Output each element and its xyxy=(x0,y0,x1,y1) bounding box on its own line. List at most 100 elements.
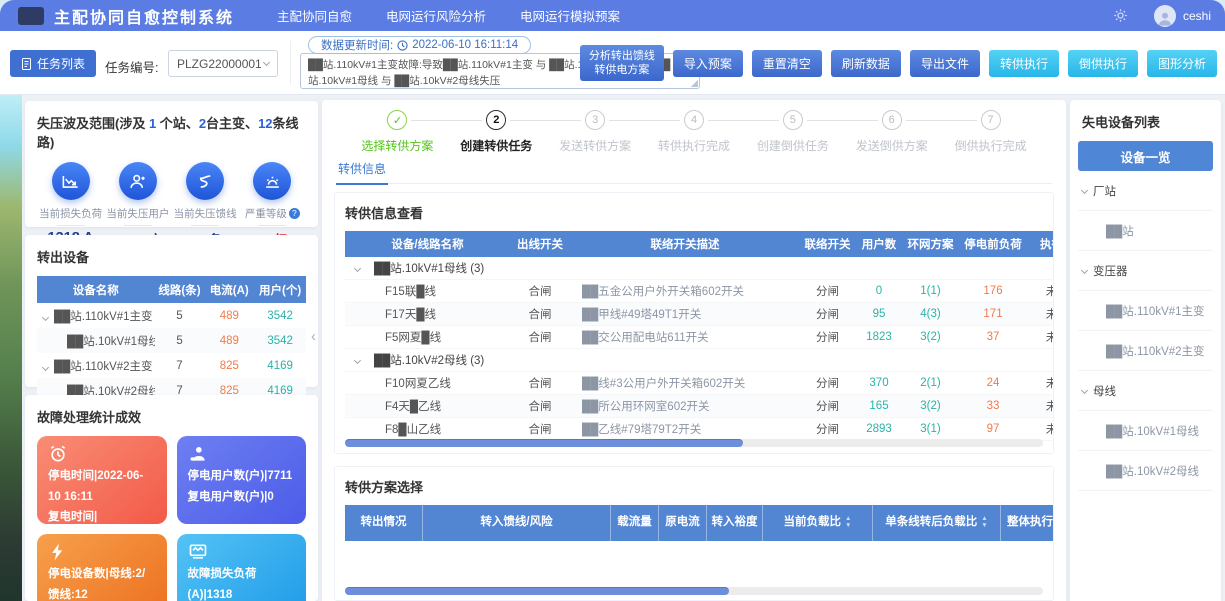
table-row[interactable]: F5网夏█线 合闸 ██交公用配电站611开关 分闸 1823 3(2) 37 … xyxy=(345,326,1054,349)
sort-icon[interactable]: ▲▼ xyxy=(981,516,987,530)
plan-select-title: 转供方案选择 xyxy=(345,477,1043,496)
outage-devices-card: 停电设备数|母线:2/馈线:12 复电设备数|母线:0/馈线:0 xyxy=(37,534,167,601)
export-file-button[interactable]: 导出文件 xyxy=(910,50,980,77)
scrollbar-thumb[interactable] xyxy=(345,587,729,595)
analyze-transfer-plan-button[interactable]: 分析转出馈线转供电方案 xyxy=(580,45,664,81)
check-icon: ✓ xyxy=(387,110,407,130)
scrollbar-thumb[interactable] xyxy=(345,439,743,447)
content: 失压波及范围(涉及 1 个站、2台主变、12条线路) 当前损失负荷 1318 A xyxy=(0,95,1225,601)
app-window: 主配协同自愈控制系统 主配协同自愈 电网运行风险分析 电网运行模拟预案 cesh… xyxy=(0,0,1225,601)
tree-item-transformer-1[interactable]: ██站.110kV#1主变 xyxy=(1078,291,1213,331)
transfer-execute-button[interactable]: 转供执行 xyxy=(989,50,1059,77)
table-row[interactable]: F17天█线 合闸 ██甲线#49塔49T1开关 分闸 95 4(3) 171 … xyxy=(345,303,1054,326)
step-transfer-complete[interactable]: 4 转供执行完成 xyxy=(645,110,744,154)
transfer-out-title: 转出设备 xyxy=(37,247,306,266)
load-chart-icon xyxy=(188,542,296,562)
toolbar-buttons: 分析转出馈线转供电方案 导入预案 重置清空 刷新数据 导出文件 转供执行 倒供执… xyxy=(580,31,1217,95)
restore-time-line: 复电时间| xyxy=(48,507,156,524)
app-logo xyxy=(18,7,44,25)
fault-stats-card: 故障处理统计成效 停电时间|2022-06-10 16:11 复电时间| 停电用 xyxy=(25,395,318,601)
group-row[interactable]: ██站.10kV#2母线 (3) xyxy=(345,349,1054,372)
backfeed-execute-button[interactable]: 倒供执行 xyxy=(1068,50,1138,77)
impact-scope-card: 失压波及范围(涉及 1 个站、2台主变、12条线路) 当前损失负荷 1318 A xyxy=(25,101,318,227)
plan-select-section: 转供方案选择 转出情况 转入馈线/风险 载流量 原电流 转入裕度 当前负载比 ▲… xyxy=(334,466,1054,601)
toolbar-divider xyxy=(290,41,291,85)
transfer-info-table: 设备/线路名称 出线开关 联络开关描述 联络开关 用户数 环网方案 停电前负荷 … xyxy=(345,231,1054,441)
tree-group-station[interactable]: 厂站 xyxy=(1078,171,1213,211)
task-number-label: 任务编号: xyxy=(105,57,158,76)
gear-icon[interactable] xyxy=(1113,8,1128,23)
top-navbar: 主配协同自愈控制系统 主配协同自愈 电网运行风险分析 电网运行模拟预案 cesh… xyxy=(0,0,1225,31)
horizontal-scrollbar[interactable] xyxy=(345,587,1043,595)
table-row[interactable]: F4天█乙线 合闸 ██所公用环网室602开关 分闸 165 3(2) 33 未… xyxy=(345,395,1054,418)
horizontal-scrollbar[interactable] xyxy=(345,439,1043,447)
reset-clear-button[interactable]: 重置清空 xyxy=(752,50,822,77)
table-row[interactable]: ██站.110kV#1主变 5 489 3542 xyxy=(37,303,306,328)
expand-caret-icon[interactable] xyxy=(42,313,49,320)
user-chip[interactable]: ceshi xyxy=(1154,5,1211,27)
sort-icon[interactable]: ▲▼ xyxy=(845,516,851,530)
refresh-data-button[interactable]: 刷新数据 xyxy=(831,50,901,77)
expand-caret-icon[interactable] xyxy=(1081,267,1088,274)
user-name: ceshi xyxy=(1183,9,1211,23)
tree-item-busbar-2[interactable]: ██站.10kV#2母线 xyxy=(1078,451,1213,491)
tree-group-transformer[interactable]: 变压器 xyxy=(1078,251,1213,291)
fault-stats-title: 故障处理统计成效 xyxy=(37,407,306,426)
main-menu: 主配协同自愈 电网运行风险分析 电网运行模拟预案 xyxy=(260,0,637,31)
tree-group-busbar[interactable]: 母线 xyxy=(1078,371,1213,411)
task-list-button[interactable]: 任务列表 xyxy=(10,50,96,77)
step-create-transfer-task[interactable]: 2 创建转供任务 xyxy=(447,110,546,154)
transfer-out-table-header: 设备名称 线路(条) 电流(A) 用户(个) xyxy=(37,276,306,303)
graph-analysis-button[interactable]: 图形分析 xyxy=(1147,50,1217,77)
expand-caret-icon[interactable] xyxy=(1081,387,1088,394)
table-row[interactable]: ██站.10kV#1母线 5 489 3542 xyxy=(37,328,306,353)
outage-devices-line: 停电设备数|母线:2/馈线:12 xyxy=(48,564,156,601)
step-send-backfeed-plan[interactable]: 6 发送倒供方案 xyxy=(842,110,941,154)
expand-caret-icon[interactable] xyxy=(1081,187,1088,194)
help-icon[interactable]: ? xyxy=(289,208,300,219)
task-number-select[interactable]: PLZG22000001 xyxy=(168,50,278,77)
import-plan-button[interactable]: 导入预案 xyxy=(673,50,743,77)
document-icon xyxy=(21,58,32,70)
user-icon xyxy=(119,162,157,200)
menu-item-self-healing[interactable]: 主配协同自愈 xyxy=(260,0,369,31)
avatar xyxy=(1154,5,1176,27)
table-row[interactable]: F15联█线 合闸 ██五金公用户外开关箱602开关 分闸 0 1(1) 176… xyxy=(345,280,1054,303)
restore-users-line: 复电用户数(户)|0 xyxy=(188,487,296,508)
outage-time-card: 停电时间|2022-06-10 16:11 复电时间| xyxy=(37,436,167,524)
device-overview-header[interactable]: 设备一览 xyxy=(1078,141,1213,171)
expand-caret-icon[interactable] xyxy=(354,264,361,271)
outage-time-line: 停电时间|2022-06-10 16:11 xyxy=(48,466,156,507)
toolbar: 任务列表 任务编号: PLZG22000001 数据更新时间: 2022-06-… xyxy=(0,31,1225,95)
menu-item-risk-analysis[interactable]: 电网运行风险分析 xyxy=(369,0,503,31)
plan-select-table-header: 转出情况 转入馈线/风险 载流量 原电流 转入裕度 当前负载比 ▲▼ 单条线转后… xyxy=(345,505,1054,541)
step-select-plan[interactable]: ✓ 选择转供方案 xyxy=(348,110,447,154)
menu-item-simulation-plan[interactable]: 电网运行模拟预案 xyxy=(503,0,637,31)
tree-item-transformer-2[interactable]: ██站.110kV#2主变 xyxy=(1078,331,1213,371)
expand-caret-icon[interactable] xyxy=(354,356,361,363)
group-row[interactable]: ██站.10kV#1母线 (3) xyxy=(345,257,1054,280)
step-backfeed-complete[interactable]: 7 倒供执行完成 xyxy=(941,110,1040,154)
tree-item-station[interactable]: ██站 xyxy=(1078,211,1213,251)
step-create-backfeed-task[interactable]: 5 创建倒供任务 xyxy=(743,110,842,154)
transfer-info-table-header: 设备/线路名称 出线开关 联络开关描述 联络开关 用户数 环网方案 停电前负荷 … xyxy=(345,231,1054,257)
tree-item-busbar-1[interactable]: ██站.10kV#1母线 xyxy=(1078,411,1213,451)
alarm-beacon-icon xyxy=(253,162,291,200)
lost-load-line: 故障损失负荷(A)|1318 xyxy=(188,564,296,601)
table-row[interactable]: F10网夏乙线 合闸 ██线#3公用户外开关箱602开关 分闸 370 2(1)… xyxy=(345,372,1054,395)
transfer-info-section: 转供信息查看 设备/线路名称 出线开关 联络开关描述 联络开关 用户数 环网方案… xyxy=(334,192,1054,454)
table-row[interactable]: F8█山乙线 合闸 ██乙线#79塔79T2开关 分闸 2893 3(1) 97… xyxy=(345,418,1054,441)
users-icon xyxy=(188,444,296,464)
collapse-left-handle[interactable]: ‹ xyxy=(311,328,316,345)
alarm-clock-icon xyxy=(48,444,156,464)
clock-icon xyxy=(397,40,408,51)
impact-scope-title: 失压波及范围(涉及 1 个站、2台主变、12条线路) xyxy=(37,113,306,151)
background-photo-strip xyxy=(0,95,22,601)
app-title: 主配协同自愈控制系统 xyxy=(54,4,234,28)
step-send-transfer-plan[interactable]: 3 发送转供方案 xyxy=(546,110,645,154)
table-row[interactable]: ██站.110kV#2主变 7 825 4169 xyxy=(37,353,306,378)
process-stepper: ✓ 选择转供方案 2 创建转供任务 3 发送转供方案 4 转供执行完成 5 xyxy=(348,110,1040,154)
expand-caret-icon[interactable] xyxy=(42,363,49,370)
right-panel: 失电设备列表 设备一览 厂站 ██站 变压器 ██站.110kV#1主变 ██站… xyxy=(1070,100,1221,601)
tab-transfer-info[interactable]: 转供信息 xyxy=(336,160,388,185)
